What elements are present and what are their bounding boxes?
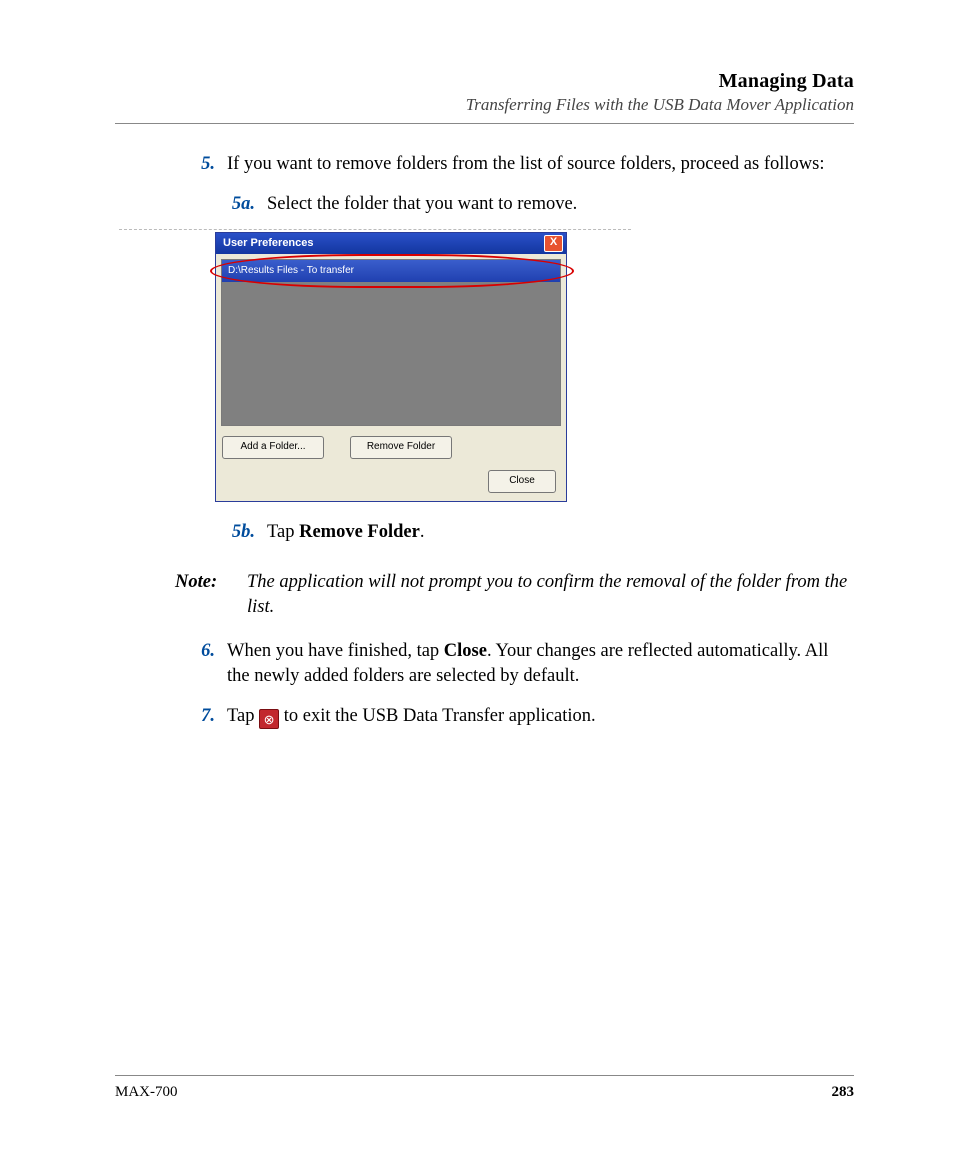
dialog-titlebar: User Preferences X <box>216 233 566 254</box>
substep-text: Select the folder that you want to remov… <box>267 192 854 218</box>
step-text: Tap ⊗ to exit the USB Data Transfer appl… <box>227 704 854 730</box>
footer-page-number: 283 <box>832 1084 855 1101</box>
substep-text: Tap Remove Folder. <box>267 520 854 546</box>
header-rule <box>115 123 854 124</box>
text-prefix: When you have finished, tap <box>227 641 444 661</box>
footer-model: MAX-700 <box>115 1084 178 1101</box>
header-title: Managing Data <box>115 70 854 93</box>
step-text: If you want to remove folders from the l… <box>227 152 854 178</box>
substep-number: 5b. <box>215 520 267 546</box>
dialog-bottom-row: Close <box>216 464 566 501</box>
text-suffix: . <box>420 522 425 542</box>
note: Note: The application will not prompt yo… <box>175 570 854 621</box>
dialog-title: User Preferences <box>223 236 314 251</box>
text-prefix: Tap <box>227 706 259 726</box>
step-5: 5. If you want to remove folders from th… <box>181 152 854 178</box>
content: 5. If you want to remove folders from th… <box>115 152 854 729</box>
page-header: Managing Data Transferring Files with th… <box>115 70 854 115</box>
figure-user-preferences: User Preferences X D:\Results Files - To… <box>119 229 631 502</box>
text-suffix: to exit the USB Data Transfer applicatio… <box>284 706 596 726</box>
step-number: 7. <box>181 704 227 730</box>
exit-icon: ⊗ <box>259 709 279 729</box>
add-folder-button[interactable]: Add a Folder... <box>222 436 324 459</box>
close-button[interactable]: Close <box>488 470 556 493</box>
step-number: 5. <box>181 152 227 178</box>
user-preferences-dialog: User Preferences X D:\Results Files - To… <box>215 232 567 502</box>
step-text: When you have finished, tap Close. Your … <box>227 639 854 690</box>
folder-list[interactable]: D:\Results Files - To transfer <box>221 259 561 426</box>
folder-list-item-selected[interactable]: D:\Results Files - To transfer <box>222 260 560 282</box>
note-label: Note: <box>175 570 247 621</box>
step-7: 7. Tap ⊗ to exit the USB Data Transfer a… <box>181 704 854 730</box>
dialog-button-row: Add a Folder... Remove Folder <box>216 431 566 464</box>
text-prefix: Tap <box>267 522 299 542</box>
note-text: The application will not prompt you to c… <box>247 570 854 621</box>
step-5a: 5a. Select the folder that you want to r… <box>215 192 854 218</box>
step-6: 6. When you have finished, tap Close. Yo… <box>181 639 854 690</box>
bold-term: Remove Folder <box>299 522 420 542</box>
remove-folder-button[interactable]: Remove Folder <box>350 436 452 459</box>
page-footer: MAX-700 283 <box>115 1075 854 1101</box>
step-number: 6. <box>181 639 227 690</box>
step-5b: 5b. Tap Remove Folder. <box>215 520 854 546</box>
bold-term: Close <box>444 641 487 661</box>
page: Managing Data Transferring Files with th… <box>0 0 954 1159</box>
dialog-close-x-button[interactable]: X <box>544 235 563 252</box>
substep-number: 5a. <box>215 192 267 218</box>
header-subtitle: Transferring Files with the USB Data Mov… <box>115 95 854 115</box>
